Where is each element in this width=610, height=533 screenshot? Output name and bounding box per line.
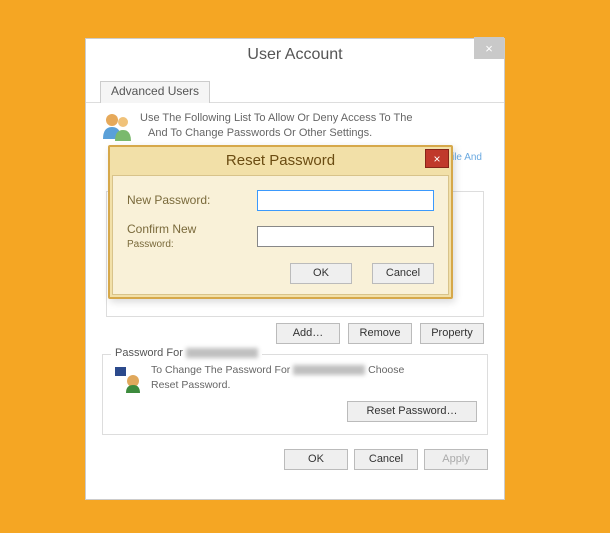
info-text: Use The Following List To Allow Or Deny … [140,109,412,141]
new-password-label: New Password: [127,194,257,208]
reset-password-button[interactable]: Reset Password… [347,401,477,422]
ok-button[interactable]: OK [284,449,348,470]
close-icon[interactable]: × [474,37,504,59]
modal-title-text: Reset Password [226,152,335,169]
reset-password-dialog: Reset Password × New Password: Confirm N… [108,145,453,299]
confirm-password-input[interactable] [257,226,434,247]
info-row: Use The Following List To Allow Or Deny … [86,102,504,147]
tab-advanced-users[interactable]: Advanced Users [100,81,210,103]
window-title: User Account [247,46,342,64]
key-user-icon [113,363,143,393]
group-title: Password For [111,347,262,359]
link-text[interactable]: ile And [450,152,482,163]
confirm-password-label: Confirm New Password: [127,223,257,251]
new-password-input[interactable] [257,190,434,211]
cancel-button[interactable]: Cancel [354,449,418,470]
redacted-username [186,348,258,358]
modal-ok-button[interactable]: OK [290,263,352,284]
tab-strip: Advanced Users [100,81,504,103]
password-instruction: To Change The Password For Choose Reset … [151,363,404,392]
modal-body: New Password: Confirm New Password: OK C… [112,175,449,295]
modal-cancel-button[interactable]: Cancel [372,263,434,284]
list-button-row: Add… Remove Property [106,323,484,344]
modal-titlebar: Reset Password × [110,147,451,173]
apply-button[interactable]: Apply [424,449,488,470]
users-icon [100,109,134,143]
dialog-buttons: OK Cancel Apply [86,435,504,470]
password-group: Password For To Change The Password For … [102,354,488,435]
property-button[interactable]: Property [420,323,484,344]
titlebar: User Account × [86,39,504,71]
close-icon[interactable]: × [425,149,449,168]
remove-button[interactable]: Remove [348,323,412,344]
redacted-username-2 [293,365,365,375]
add-button[interactable]: Add… [276,323,340,344]
